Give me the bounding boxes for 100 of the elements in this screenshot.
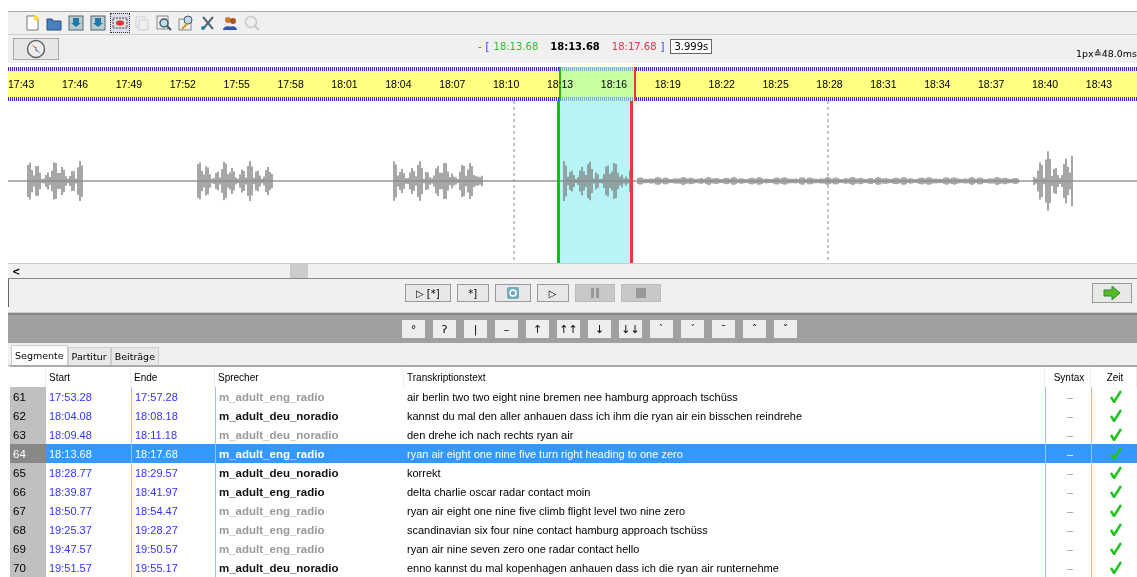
syntax-cell: – <box>1045 444 1091 463</box>
cursor-time: 18:13.68 <box>550 40 600 52</box>
transcript-cell-text: scandinavian six four nine contact hamburg approach tschüss <box>406 522 709 538</box>
loop-button[interactable] <box>494 284 531 302</box>
symbol-button[interactable]: ¯ <box>712 320 735 338</box>
transcript-cell-text: kannst du mal den aller anhauen dass ich ihm die ryan air ein bisschen reindrehe <box>406 408 803 424</box>
table-row[interactable]: 68 19:25.37 19:28.27 m_adult_eng_radio scandinavian six four nine contact hamburg approach tschüss – <box>10 520 1137 539</box>
zoom-tool[interactable] <box>154 13 174 33</box>
splitter-bar[interactable] <box>8 307 1137 313</box>
time-label: 18:04 <box>385 78 413 90</box>
column-header[interactable]: Sprecher <box>215 367 404 387</box>
edit-tool[interactable] <box>176 13 196 33</box>
selection-length: 3.999s <box>670 38 713 54</box>
symbol-button[interactable]: ˇ <box>774 320 797 338</box>
start-cell-text: 18:09.48 <box>48 427 93 443</box>
start-cell-text: 18:39.87 <box>48 484 93 500</box>
row-number: 66 <box>10 482 46 501</box>
play-button[interactable]: *] <box>456 284 489 302</box>
table-row[interactable]: 66 18:39.87 18:41.97 m_adult_eng_radio delta charlie oscar radar contact moin – <box>10 482 1137 501</box>
symbol-button[interactable]: ° <box>402 320 425 338</box>
end-cell: 18:54.47 <box>131 501 215 520</box>
start-cell-text: 17:53.28 <box>48 389 93 405</box>
row-number: 64 <box>10 444 46 463</box>
table-row[interactable]: 64 18:13.68 18:17.68 m_adult_eng_radio ryan air eight one nine five turn right heading to one zero – <box>10 444 1137 463</box>
transcript-cell: ryan air eight one nine five turn right heading to one zero <box>404 444 1045 463</box>
time-label: 17:46 <box>61 78 90 90</box>
row-number: 68 <box>10 520 46 539</box>
column-header[interactable]: Syntax <box>1045 367 1091 387</box>
selection-bracket: [ <box>485 40 490 52</box>
end-cell: 19:28.27 <box>131 520 215 539</box>
selection-end: 18:17.68 <box>611 40 657 52</box>
transcript-cell-text: air berlin two two eight nine bremen nee hamburg approach tschüss <box>406 389 739 405</box>
time-label: 17:58 <box>277 78 305 90</box>
syntax-cell: – <box>1045 482 1091 501</box>
time-label: 18:01 <box>331 78 359 90</box>
start-cell-text: 19:51.57 <box>48 560 93 576</box>
time-label: 18:40 <box>1031 78 1060 90</box>
start-cell-text: 19:47.57 <box>48 541 93 557</box>
transcript-cell-text: korrekt <box>406 465 442 481</box>
symbol-button[interactable]: ʔ <box>433 320 456 338</box>
symbol-button[interactable]: ↓↓ <box>619 320 642 338</box>
symbol-button[interactable]: ˆ <box>743 320 766 338</box>
table-row[interactable]: 62 18:04.08 18:08.18 m_adult_deu_noradio kannst du mal den aller anhauen dass ich ihm die ryan air ein bisschen reindrehe – <box>10 406 1137 425</box>
speaker-cell: m_adult_eng_radio <box>215 501 404 520</box>
table-row[interactable]: 69 19:47.57 19:50.57 m_adult_eng_radio ryan air nine seven zero one radar contact hello – <box>10 539 1137 558</box>
column-header[interactable]: Transkriptionstext <box>404 367 1045 387</box>
transcript-cell-text: ryan air nine seven zero one radar contact hello <box>406 541 641 557</box>
time-label: 18:22 <box>708 78 736 90</box>
row-number: 67 <box>10 501 46 520</box>
end-cell: 18:41.97 <box>131 482 215 501</box>
tab[interactable]: Segmente <box>11 345 68 365</box>
table-row[interactable]: 61 17:53.28 17:57.28 m_adult_eng_radio air berlin two two eight nine bremen nee hamburg approach tschüss – <box>10 387 1137 406</box>
selection-start-line[interactable] <box>557 101 560 263</box>
play-button[interactable]: ▷ <box>536 284 569 302</box>
select-tool[interactable] <box>110 13 130 33</box>
time-label: 18:43 <box>1085 78 1114 90</box>
row-number: 62 <box>10 406 46 425</box>
time-label: 17:43 <box>8 78 36 90</box>
transcript-cell-text: ryan air eight one nine five climb flight level two nine zero <box>406 503 687 519</box>
syntax-cell: – <box>1045 501 1091 520</box>
navigator-button[interactable] <box>13 38 59 60</box>
pause-icon <box>589 288 600 298</box>
transcript-cell-text: den drehe ich nach rechts ryan air <box>406 427 575 443</box>
time-label: 18:28 <box>816 78 844 90</box>
tab[interactable]: Beiträge <box>110 347 159 365</box>
row-number: 69 <box>10 539 46 558</box>
table-row[interactable]: 65 18:28.77 18:29.57 m_adult_deu_noradio korrekt – <box>10 463 1137 482</box>
symbol-button[interactable]: ´ <box>681 320 704 338</box>
symbol-button[interactable]: ↓ <box>588 320 611 338</box>
column-header[interactable]: Start <box>46 367 131 387</box>
saveas-tool[interactable] <box>88 13 108 33</box>
speaker-cell: m_adult_eng_radio <box>215 539 404 558</box>
table-row[interactable]: 70 19:51.57 19:55.17 m_adult_deu_noradio enno kannst du mal kopenhagen anhauen dass ich die ryan air runternehme – <box>10 558 1137 577</box>
scroll-left-arrow[interactable]: < <box>12 265 21 277</box>
save-tool[interactable] <box>66 13 86 33</box>
symbol-button[interactable]: | <box>464 320 487 338</box>
symbol-button[interactable]: ↑↑ <box>557 320 580 338</box>
time-label: 18:31 <box>870 78 898 90</box>
play-button[interactable]: ▷ [*] <box>405 284 451 302</box>
time-label: 17:52 <box>169 78 197 90</box>
transcript-cell-text: enno kannst du mal kopenhagen anhauen dass ich die ryan air runternehme <box>406 560 780 576</box>
start-cell-text: 18:28.77 <box>48 465 93 481</box>
table-row[interactable]: 67 18:50.77 18:54.47 m_adult_eng_radio ryan air eight one nine five climb flight level two nine zero – <box>10 501 1137 520</box>
arrow-right-icon <box>1103 286 1121 300</box>
row-number: 63 <box>10 425 46 444</box>
horizontal-scrollbar[interactable]: < <box>8 263 1137 279</box>
symbol-button[interactable]: ↑ <box>526 320 549 338</box>
scroll-thumb[interactable] <box>290 264 308 278</box>
column-header[interactable]: Ende <box>131 367 215 387</box>
end-cell: 17:57.28 <box>131 387 215 406</box>
row-number: 70 <box>10 558 46 577</box>
row-number: 61 <box>10 387 46 406</box>
symbol-button[interactable]: – <box>495 320 518 338</box>
time-label: 18:25 <box>762 78 790 90</box>
time-label: 18:19 <box>654 78 682 90</box>
column-header[interactable]: Zeit <box>1091 367 1137 387</box>
selection-start: 18:13.68 <box>493 40 539 52</box>
tab[interactable]: Partitur <box>67 347 111 365</box>
next-button[interactable] <box>1092 283 1132 303</box>
symbol-button[interactable]: ` <box>650 320 673 338</box>
